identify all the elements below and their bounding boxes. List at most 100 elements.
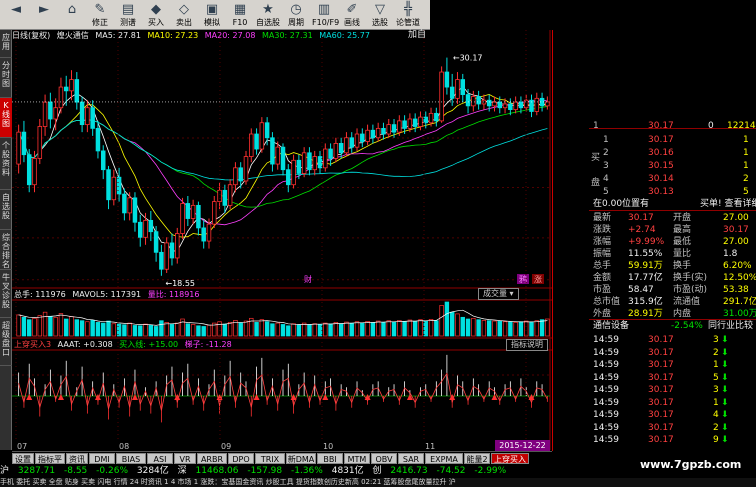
toolbar-button-pen[interactable]: ✐ 画线 <box>340 1 364 29</box>
candle-body <box>238 167 243 182</box>
f9-icon: ▥ <box>317 2 331 17</box>
volume-bar <box>502 321 508 337</box>
volume-bar <box>360 322 365 337</box>
candle <box>291 154 296 189</box>
toolbar-button-pipe[interactable]: ╬ 论管道 <box>396 1 420 29</box>
quote-label: 涨跌 <box>593 225 612 235</box>
sell-volume: 12214 <box>727 121 756 131</box>
candle-body <box>264 122 270 139</box>
indicator-tab-0[interactable]: 设置 <box>12 453 34 464</box>
buy-level: 3 <box>603 161 609 171</box>
sector-change: -2.54% <box>671 321 703 331</box>
indicator-tab-12[interactable]: MTM <box>344 453 370 464</box>
index-cy-name[interactable]: 创 <box>373 466 382 476</box>
candle <box>143 212 148 245</box>
toolbar-button-forward[interactable]: ► <box>32 1 56 29</box>
index-sh-name[interactable]: 沪 <box>0 466 9 476</box>
indicator-tab-5[interactable]: ASI <box>147 453 173 464</box>
candle-body <box>111 176 117 201</box>
toolbar-button-funnel[interactable]: ▽ 选股 <box>368 1 392 29</box>
indicator-tab-1[interactable]: 指标平台 <box>35 453 65 475</box>
left-nav-item-0[interactable]: 应用 <box>0 30 12 58</box>
toolbar-button-sell[interactable]: ◇ 卖出 <box>172 1 196 29</box>
index-sz-name[interactable]: 深 <box>178 466 187 476</box>
volume-bar <box>412 321 418 337</box>
volume-bar <box>238 322 243 337</box>
toolbar-button-pencil[interactable]: ✎ 修正 <box>88 1 112 29</box>
candle <box>159 244 164 276</box>
indicator-tab-6[interactable]: VR <box>174 453 196 464</box>
candle-body <box>397 120 402 133</box>
quote-label: 振幅 <box>593 249 612 259</box>
f10-icon: ▦ <box>233 2 247 17</box>
indicator-tab-9[interactable]: TRIX <box>255 453 285 464</box>
indicator-tab-7[interactable]: ARBR <box>197 453 227 464</box>
news-ticker[interactable]: 手机 委托 买卖 全盘 贴身 买卖 闪电 行情 24 时资讯 1 4 市场 1 … <box>0 478 756 487</box>
right-panel-scrollbar[interactable] <box>553 30 589 451</box>
candle <box>111 169 117 206</box>
sell-icon: ◇ <box>179 2 189 17</box>
left-nav-item-7[interactable]: 超级盘口 <box>0 318 12 366</box>
indicator-tab-17[interactable]: 上穿买入3 <box>491 453 529 475</box>
volume-bar <box>85 321 90 337</box>
left-nav-item-4[interactable]: 自选股 <box>0 190 12 230</box>
left-nav-item-5[interactable]: 综合排名 <box>0 230 12 270</box>
volume-bar <box>397 320 402 337</box>
left-nav-item-6[interactable]: 牛叉诊股 <box>0 270 12 318</box>
volume-bar <box>423 320 428 337</box>
volume-header: 总手: 111976 MAVOL5: 117391 量比: 118916 <box>14 289 203 300</box>
left-nav-item-3[interactable]: 个股资料 <box>0 138 12 190</box>
high-price-label: ←30.17 <box>453 54 483 63</box>
volume-mode-button[interactable]: 成交量 ▾ <box>478 288 519 300</box>
toolbar-button-sim[interactable]: ▣ 模拟 <box>200 1 224 29</box>
indicator-tab-10[interactable]: 新DMA <box>286 453 316 464</box>
candle <box>354 128 360 151</box>
candle <box>48 92 53 129</box>
volume-bar <box>32 317 37 337</box>
toolbar-button-clock[interactable]: ◷ 周期 <box>284 1 308 29</box>
left-nav-item-1[interactable]: 分时图 <box>0 58 12 98</box>
toolbar-button-f9[interactable]: ▥ F10/F9 <box>312 1 339 29</box>
candle <box>444 57 450 95</box>
indicator-tab-16[interactable]: 能量2 <box>464 453 490 464</box>
toolbar-button-star[interactable]: ★ 自选股 <box>256 1 280 29</box>
toolbar-button-chart[interactable]: ▤ 测谱 <box>116 1 140 29</box>
event-mark-finance[interactable]: 财 <box>304 274 312 284</box>
volume-bar <box>486 320 492 337</box>
indicator-tab-2[interactable]: 资讯 <box>66 453 88 464</box>
volume-bar <box>301 322 307 337</box>
toolbar-button-home[interactable]: ⌂ <box>60 1 84 29</box>
indicator-tab-14[interactable]: SAR <box>398 453 424 464</box>
toolbar-button-f10[interactable]: ▦ F10 <box>228 1 252 29</box>
volume-bar <box>27 319 32 337</box>
left-nav-item-2[interactable]: K线图 <box>0 98 12 138</box>
candle-body <box>159 251 164 270</box>
indicator-tab-13[interactable]: OBV <box>371 453 397 464</box>
event-mark-3[interactable]: 涨 <box>534 274 542 284</box>
candle-body <box>434 112 439 122</box>
indicator-tab-3[interactable]: DMI <box>89 453 115 464</box>
candle <box>106 165 111 210</box>
volume-bar <box>243 320 249 337</box>
volume-bar <box>455 313 460 337</box>
toolbar-button-back[interactable]: ◄ <box>4 1 28 29</box>
indicator-tab-11[interactable]: BBI <box>317 453 343 464</box>
indicator-tab-15[interactable]: EXPMA <box>425 453 463 464</box>
indicator-tab-8[interactable]: DPO <box>228 453 254 464</box>
trade-time: 14:59 <box>593 410 619 420</box>
down-arrow-icon: ⬇ <box>721 335 729 345</box>
volume-bar <box>64 318 69 337</box>
volume-bar <box>354 321 360 337</box>
toolbar-button-buy[interactable]: ◆ 买入 <box>144 1 168 29</box>
toolbar-button-label: 周期 <box>288 18 304 27</box>
buy-level: 1 <box>603 135 609 145</box>
toolbar-button-label: 卖出 <box>176 18 192 27</box>
volume-bar <box>286 325 291 337</box>
add-watch-tag[interactable]: 加自 <box>408 30 426 41</box>
candle <box>196 201 201 236</box>
indicator-help-button[interactable]: 指标说明 <box>506 339 548 351</box>
period-label[interactable]: 日线(复权) <box>12 31 50 40</box>
indicator-tab-4[interactable]: BIAS <box>116 453 146 464</box>
volume-bar <box>365 321 370 337</box>
volume-bar <box>95 322 101 337</box>
